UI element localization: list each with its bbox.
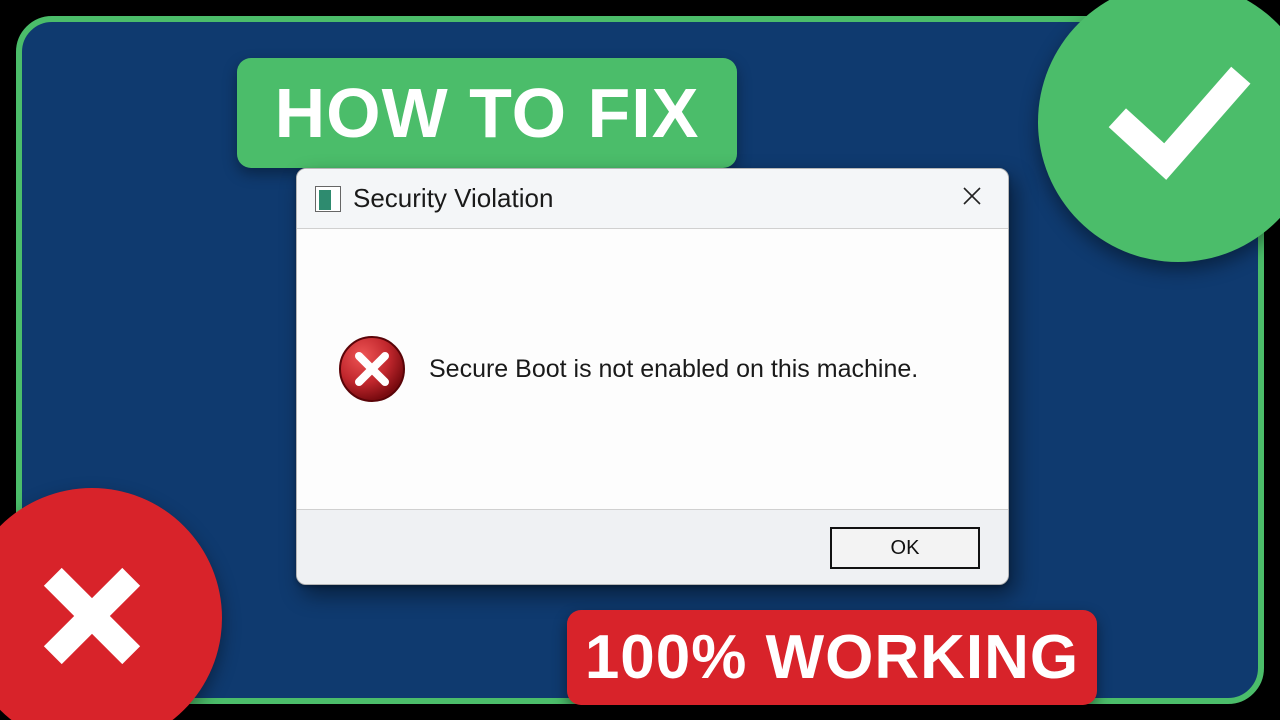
cross-circle	[0, 488, 222, 720]
ok-button-label: OK	[891, 537, 920, 560]
dialog-title: Security Violation	[353, 183, 950, 214]
security-violation-dialog: Security Violation	[296, 168, 1009, 585]
cross-icon	[22, 546, 162, 691]
dialog-titlebar[interactable]: Security Violation	[297, 169, 1008, 229]
close-button[interactable]	[950, 177, 994, 221]
close-icon	[962, 186, 982, 211]
check-circle	[1038, 0, 1280, 262]
error-icon	[337, 334, 407, 404]
checkmark-icon	[1098, 40, 1258, 205]
thumbnail-frame: HOW TO FIX Security Violation	[16, 16, 1264, 704]
app-icon	[315, 186, 341, 212]
ok-button[interactable]: OK	[830, 527, 980, 569]
dialog-body: Secure Boot is not enabled on this machi…	[297, 229, 1008, 509]
working-banner: 100% WORKING	[567, 610, 1097, 705]
dialog-footer: OK	[297, 509, 1008, 585]
dialog-message: Secure Boot is not enabled on this machi…	[429, 355, 918, 384]
banner-top-text: HOW TO FIX	[275, 73, 700, 153]
how-to-fix-banner: HOW TO FIX	[237, 58, 737, 168]
banner-bottom-text: 100% WORKING	[585, 622, 1079, 693]
